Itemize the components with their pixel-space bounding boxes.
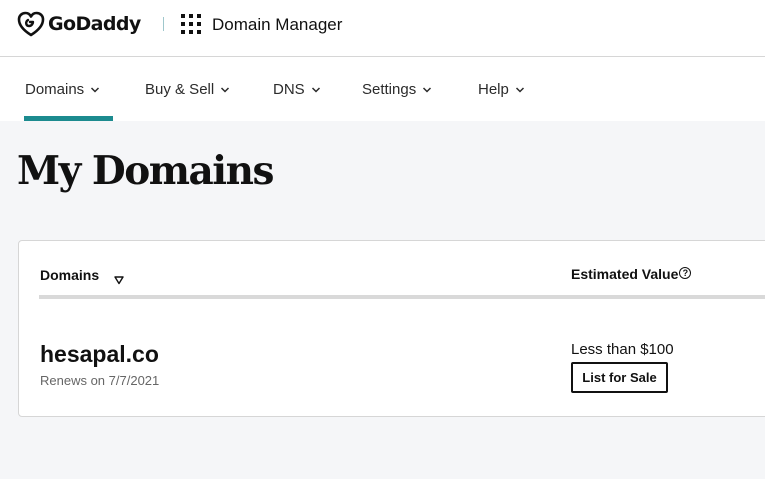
godaddy-logo[interactable]: GoDaddy (17, 11, 141, 37)
chevron-down-icon (91, 86, 100, 93)
chevron-down-icon (311, 86, 320, 93)
page-title: My Domains (17, 148, 274, 194)
grid-icon[interactable] (181, 14, 201, 34)
list-for-sale-button[interactable]: List for Sale (571, 362, 668, 393)
nav-item-label: Settings (362, 81, 417, 98)
header-divider (39, 295, 765, 299)
renewal-date: Renews on 7/7/2021 (40, 373, 160, 388)
header-divider (163, 17, 164, 31)
domains-table-card: Domains Estimated Value? hesapal.co Rene… (18, 240, 765, 417)
logo-text: GoDaddy (48, 13, 141, 35)
godaddy-heart-icon (17, 11, 45, 37)
nav-item-settings[interactable]: Settings (362, 81, 432, 98)
nav-item-dns[interactable]: DNS (273, 81, 321, 98)
help-circle-icon[interactable]: ? (679, 267, 692, 279)
nav-item-label: Buy & Sell (145, 81, 215, 98)
column-header-estimated-value: Estimated Value? (571, 266, 692, 282)
main-nav: Domains Buy & Sell DNS Settings Help (0, 57, 765, 121)
nav-item-buy-sell[interactable]: Buy & Sell (145, 81, 230, 98)
nav-item-label: DNS (273, 81, 305, 98)
top-bar: GoDaddy Domain Manager (0, 0, 765, 57)
column-header-domains[interactable]: Domains (40, 267, 99, 283)
app-title[interactable]: Domain Manager (212, 15, 342, 35)
estimated-value: Less than $100 (571, 341, 674, 358)
nav-item-domains[interactable]: Domains (25, 81, 100, 98)
nav-active-indicator (24, 116, 113, 121)
domain-name-link[interactable]: hesapal.co (40, 341, 159, 368)
nav-item-help[interactable]: Help (478, 81, 525, 98)
sort-down-icon[interactable] (114, 275, 124, 285)
column-header-label: Estimated Value (571, 266, 679, 282)
column-header-label: Domains (40, 267, 100, 283)
chevron-down-icon (221, 86, 230, 93)
nav-item-label: Domains (25, 81, 85, 98)
nav-item-label: Help (478, 81, 509, 98)
chevron-down-icon (423, 86, 432, 93)
chevron-down-icon (515, 86, 524, 93)
